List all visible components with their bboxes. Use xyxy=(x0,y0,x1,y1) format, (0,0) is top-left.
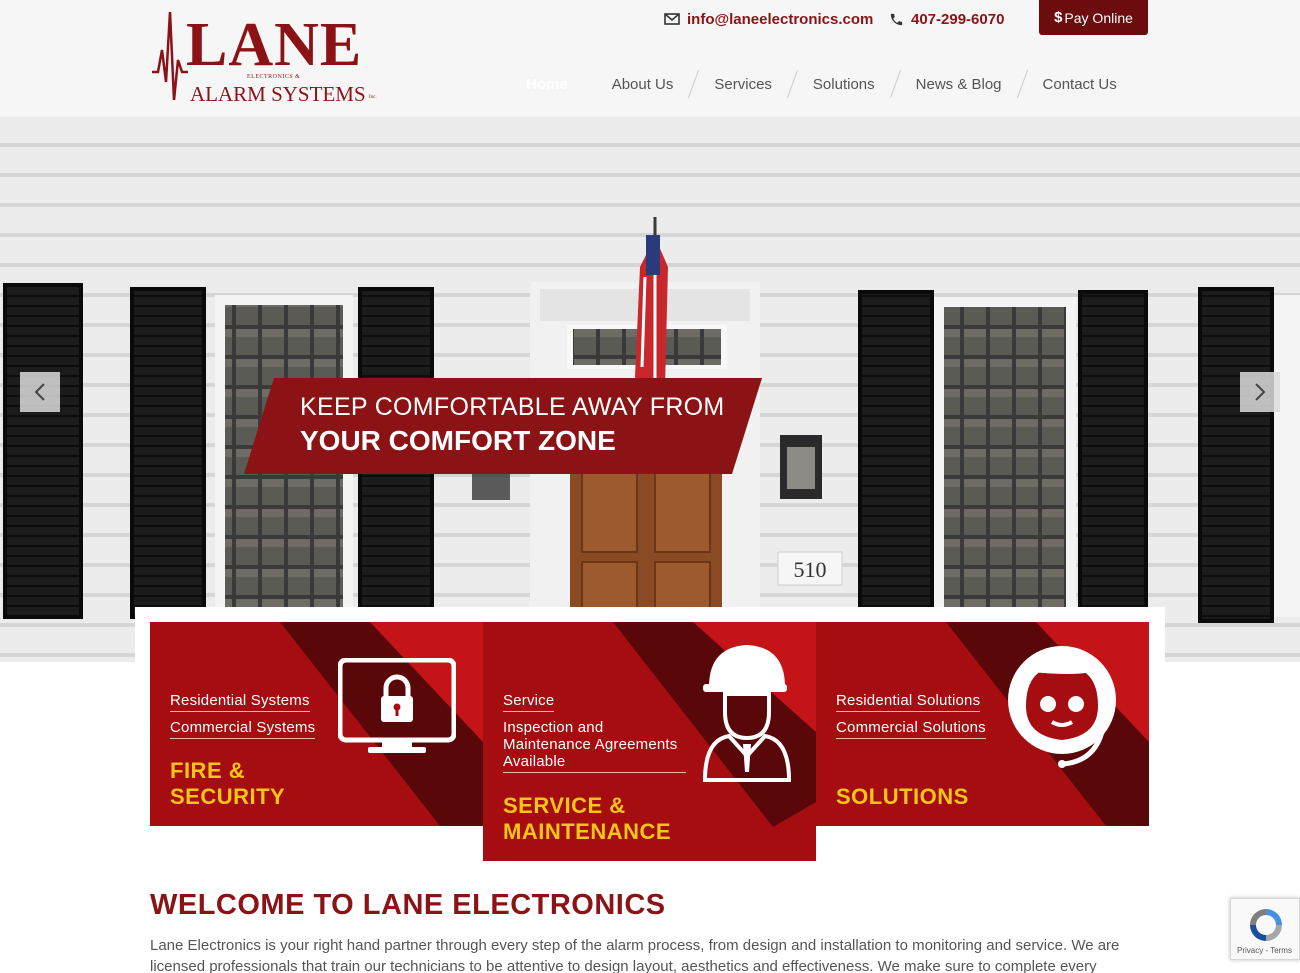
mail-icon xyxy=(664,13,680,25)
nav-item-news-blog[interactable]: News & Blog xyxy=(896,69,1022,99)
nav-item-about-us[interactable]: About Us xyxy=(592,69,694,99)
solutions-title: SOLUTIONS xyxy=(836,784,969,809)
pay-online-label: Pay Online xyxy=(1064,9,1133,26)
logo-subtitle: ALARM SYSTEMS xyxy=(190,82,366,106)
hero-headline-line1: KEEP COMFORTABLE AWAY FROM xyxy=(300,393,725,421)
phone-icon xyxy=(890,13,903,25)
recaptcha-icon xyxy=(1250,909,1282,941)
logo-tagline: ELECTRONICS & xyxy=(247,74,301,80)
email-link[interactable]: info@laneelectronics.com xyxy=(664,9,873,29)
service-maintenance-panel[interactable]: Service Inspection and Maintenance Agree… xyxy=(483,622,816,861)
phone-link[interactable]: 407-299-6070 xyxy=(889,9,1004,29)
slider-prev-button[interactable] xyxy=(20,372,60,412)
nav-item-contact-us[interactable]: Contact Us xyxy=(1023,69,1137,99)
solutions-panel[interactable]: Residential Solutions Commercial Solutio… xyxy=(816,622,1149,826)
phone-text[interactable]: 407-299-6070 xyxy=(911,11,1004,28)
dollar-icon: $ xyxy=(1054,9,1063,26)
residential-systems-link[interactable]: Residential Systems xyxy=(170,692,310,712)
chevron-right-icon xyxy=(1255,383,1266,401)
headset-agent-icon xyxy=(1008,646,1116,768)
logo-suffix: Inc. xyxy=(369,95,377,100)
technician-icon xyxy=(702,645,792,782)
nav-item-services[interactable]: Services xyxy=(694,69,792,99)
nav-item-solutions[interactable]: Solutions xyxy=(793,69,895,99)
hero-headline-line2: YOUR COMFORT ZONE xyxy=(300,425,616,456)
chevron-left-icon xyxy=(34,383,45,401)
commercial-systems-link[interactable]: Commercial Systems xyxy=(170,719,316,739)
heartbeat-icon xyxy=(152,11,188,101)
recaptcha-links[interactable]: Privacy - Terms xyxy=(1237,946,1292,955)
fire-security-panel[interactable]: Residential Systems Commercial Systems F… xyxy=(150,622,483,826)
slider-next-button[interactable] xyxy=(1240,372,1280,412)
inspection-maintenance-link[interactable]: Inspection and Maintenance Agreements Av… xyxy=(503,719,686,773)
welcome-heading: WELCOME TO LANE ELECTRONICS xyxy=(150,889,666,921)
residential-solutions-link[interactable]: Residential Solutions xyxy=(836,692,981,712)
hero-slider: 510 KEEP COMFORTABLE AWAY FROM YOUR COMF… xyxy=(0,117,1300,662)
pay-online-button[interactable]: $ Pay Online xyxy=(1039,0,1148,35)
logo[interactable]: LANE ELECTRONICS & ALARM SYSTEMS Inc. xyxy=(150,10,382,106)
fire-security-title: FIRE & SECURITY xyxy=(170,758,286,809)
commercial-solutions-link[interactable]: Commercial Solutions xyxy=(836,719,986,739)
service-link[interactable]: Service xyxy=(503,692,555,712)
logo-name: LANE xyxy=(186,11,363,79)
email-text[interactable]: info@laneelectronics.com xyxy=(687,11,873,28)
nav-item-home[interactable]: Home xyxy=(502,69,592,99)
house-number: 510 xyxy=(794,557,827,582)
welcome-paragraph: Lane Electronics is your right hand part… xyxy=(150,937,1120,973)
service-maintenance-title: SERVICE & MAINTENANCE xyxy=(503,793,672,844)
site-header: LANE ELECTRONICS & ALARM SYSTEMS Inc. in… xyxy=(0,0,1300,117)
main-nav: Home About Us Services Solutions News & … xyxy=(502,69,1137,99)
hero-banner: KEEP COMFORTABLE AWAY FROM YOUR COMFORT … xyxy=(244,378,762,474)
monitor-lock-icon xyxy=(338,658,456,753)
recaptcha-badge[interactable]: Privacy - Terms xyxy=(1230,898,1300,960)
